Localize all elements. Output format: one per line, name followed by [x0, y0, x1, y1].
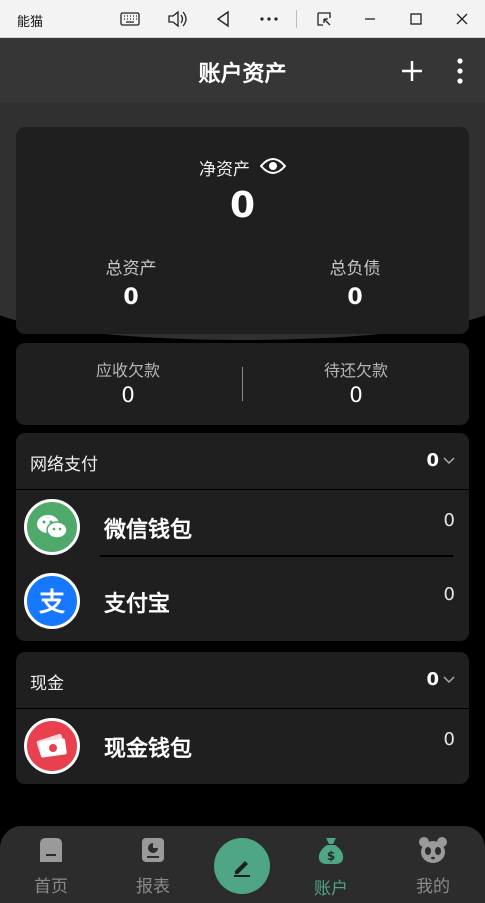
toolbar-separator [296, 10, 297, 28]
home-icon [40, 838, 62, 862]
nav-accounts[interactable]: $ 账户 [301, 836, 361, 899]
emulator-toolbar: 能猫 [0, 0, 485, 38]
plus-icon [402, 61, 422, 81]
net-assets-value: 0 [229, 185, 256, 226]
group-title: 网络支付 [30, 455, 98, 475]
receivable-value: 0 [121, 383, 135, 407]
bottom-nav: 首页 报表 $ 账户 我的 [0, 826, 485, 903]
volume-icon[interactable] [166, 8, 188, 30]
wechat-icon [24, 499, 80, 555]
more-menu-button[interactable] [445, 56, 475, 86]
svg-text:$: $ [327, 849, 335, 863]
group-total: 0 [426, 450, 439, 471]
add-record-button[interactable] [214, 838, 270, 894]
report-icon [142, 838, 164, 862]
account-balance: 0 [443, 510, 455, 531]
account-balance: 0 [443, 584, 455, 605]
app-header: 账户资产 [0, 38, 485, 102]
nav-reports[interactable]: 报表 [123, 836, 183, 897]
account-row-alipay[interactable]: 支 支付宝 0 [16, 566, 469, 641]
nav-accounts-label: 账户 [314, 879, 348, 899]
nav-reports-label: 报表 [136, 877, 170, 897]
nav-mine-label: 我的 [416, 877, 450, 897]
payable-value: 0 [349, 383, 363, 407]
keyboard-icon[interactable] [119, 8, 141, 30]
total-liabilities-value: 0 [347, 285, 363, 310]
total-assets-label: 总资产 [105, 259, 157, 279]
nav-mine[interactable]: 我的 [403, 836, 463, 897]
group-total-toggle[interactable]: 0 [426, 669, 455, 690]
account-balance: 0 [443, 729, 455, 750]
debts-divider [242, 367, 243, 401]
back-icon[interactable] [212, 8, 234, 30]
total-liabilities-label: 总负债 [329, 259, 381, 279]
emulator-title: 能猫 [17, 15, 44, 30]
add-account-button[interactable] [397, 56, 427, 86]
pencil-icon [234, 861, 250, 877]
group-total: 0 [426, 669, 439, 690]
nav-home-label: 首页 [34, 877, 68, 897]
maximize-icon[interactable] [405, 8, 427, 30]
debts-card[interactable]: 应收欠款 0 待还欠款 0 [16, 343, 469, 425]
panda-icon [419, 837, 447, 863]
money-bag-icon: $ [318, 838, 344, 864]
svg-text:支: 支 [39, 588, 65, 618]
account-name: 现金钱包 [104, 737, 193, 762]
net-assets-label: 净资产 [199, 160, 250, 180]
row-divider [100, 555, 453, 557]
alipay-icon: 支 [24, 573, 80, 629]
more-horizontal-icon[interactable] [258, 8, 280, 30]
payable-label: 待还欠款 [323, 361, 388, 380]
nav-home[interactable]: 首页 [21, 836, 81, 897]
window-pin-icon[interactable] [313, 8, 335, 30]
account-group-online-payment: 网络支付 0 微信钱包 0 支 支付宝 0 [16, 433, 469, 641]
net-assets-card: 净资产 0 总资产 0 总负债 0 [16, 127, 469, 334]
group-title: 现金 [30, 674, 64, 694]
total-assets-value: 0 [123, 285, 139, 310]
account-name: 支付宝 [104, 592, 171, 617]
eye-icon[interactable] [259, 157, 287, 179]
chevron-down-icon [443, 675, 455, 683]
chevron-down-icon [443, 456, 455, 464]
cash-icon [24, 718, 80, 774]
account-row-cash-wallet[interactable]: 现金钱包 0 [16, 709, 469, 784]
account-name: 微信钱包 [104, 518, 193, 543]
group-total-toggle[interactable]: 0 [426, 450, 455, 471]
receivable-label: 应收欠款 [95, 361, 160, 380]
minimize-icon[interactable] [359, 8, 381, 30]
close-icon[interactable] [451, 8, 473, 30]
account-row-wechat[interactable]: 微信钱包 0 [16, 490, 469, 565]
account-group-cash: 现金 0 现金钱包 0 [16, 652, 469, 784]
more-vertical-icon [457, 58, 463, 84]
